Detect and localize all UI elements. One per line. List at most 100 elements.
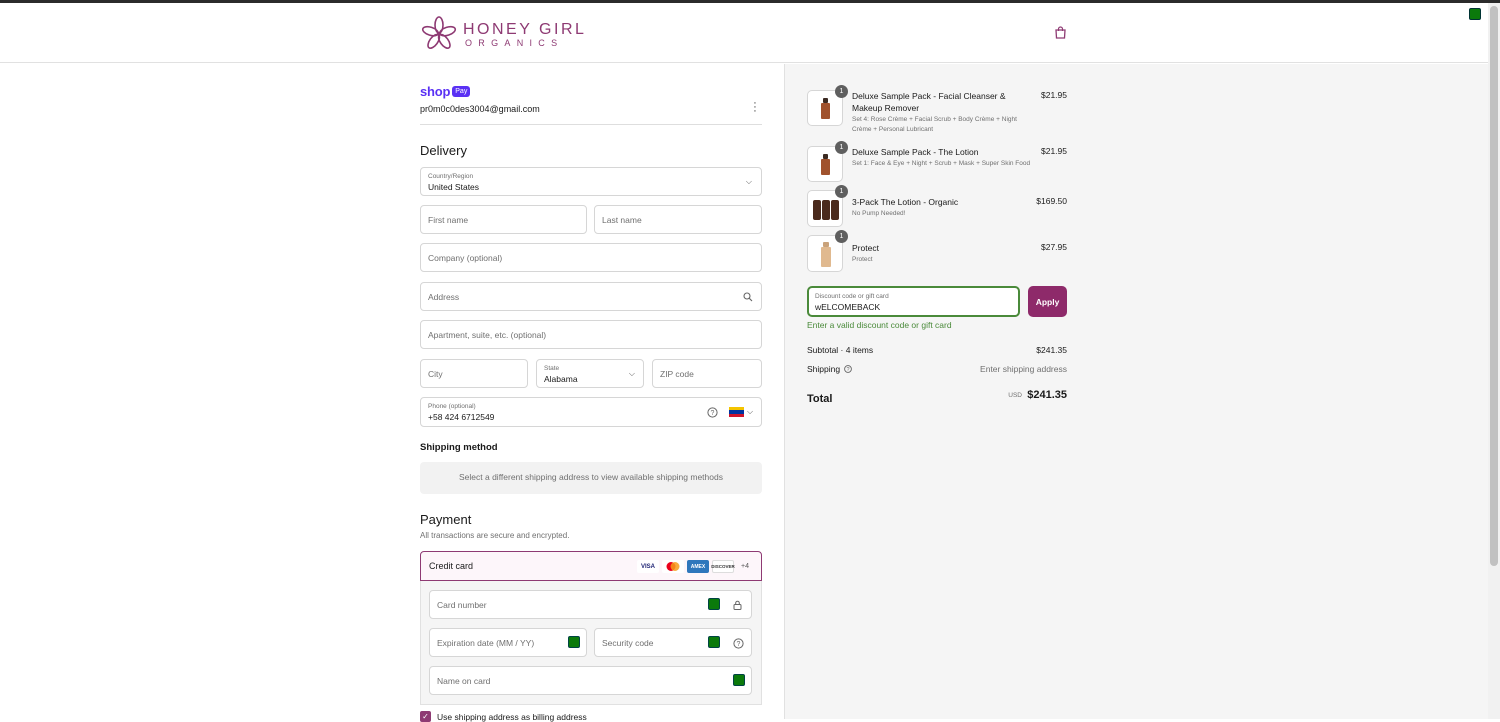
name-on-card-field[interactable]: Name on card xyxy=(429,666,752,695)
state-value: Alabama xyxy=(544,374,578,384)
autofill-marker-icon[interactable] xyxy=(708,598,720,610)
payment-subtitle: All transactions are secure and encrypte… xyxy=(420,531,570,540)
item-name: Deluxe Sample Pack - Facial Cleanser & M… xyxy=(852,91,1006,113)
item-description: Set 1: Face & Eye + Night + Scrub + Mask… xyxy=(852,160,1031,167)
amex-icon: AMEX xyxy=(687,560,710,573)
autofill-marker-icon[interactable] xyxy=(568,636,580,648)
autofill-marker-icon[interactable] xyxy=(733,674,745,686)
order-item: 1 3-Pack The Lotion - Organic No Pump Ne… xyxy=(807,185,1067,228)
total-value: $241.35 xyxy=(1027,389,1067,401)
card-brand-list: VISA AMEX DISCOVER +4 xyxy=(637,560,749,573)
brand-logo[interactable]: HONEY GIRL ORGANICS xyxy=(421,16,586,52)
credit-card-label: Credit card xyxy=(429,561,474,571)
lock-icon xyxy=(733,600,742,610)
svg-text:?: ? xyxy=(847,367,850,373)
shipping-value: Enter shipping address xyxy=(980,364,1067,374)
subtotal-row: Subtotal · 4 items $241.35 xyxy=(807,345,1067,355)
apply-discount-button[interactable]: Apply xyxy=(1028,286,1067,317)
city-field[interactable]: City xyxy=(420,359,528,388)
quantity-badge: 1 xyxy=(835,141,848,154)
billing-same-checkbox-row[interactable]: ✓ Use shipping address as billing addres… xyxy=(420,711,587,722)
kebab-menu-icon[interactable]: · · · xyxy=(750,98,760,117)
item-description: Protect xyxy=(852,256,873,263)
total-label: Total xyxy=(807,393,833,405)
shipping-method-title: Shipping method xyxy=(420,442,498,453)
subtotal-value: $241.35 xyxy=(1036,345,1067,355)
expiration-field[interactable]: Expiration date (MM / YY) xyxy=(429,628,587,657)
item-description: Set 4: Rose Crème + Facial Scrub + Body … xyxy=(852,116,1017,133)
quantity-badge: 1 xyxy=(835,85,848,98)
browser-extension-icon[interactable] xyxy=(1469,8,1481,20)
billing-same-label: Use shipping address as billing address xyxy=(437,711,587,722)
chevron-down-icon: ⌵ xyxy=(745,177,752,186)
item-price: $21.95 xyxy=(1041,90,1067,100)
address-field[interactable]: Address xyxy=(420,282,762,311)
more-card-brands: +4 xyxy=(741,563,749,570)
last-name-field[interactable]: Last name xyxy=(594,205,762,234)
state-select[interactable]: State Alabama ⌵ xyxy=(536,359,644,388)
apartment-placeholder: Apartment, suite, etc. (optional) xyxy=(428,330,547,340)
first-name-field[interactable]: First name xyxy=(420,205,587,234)
venezuela-flag-icon[interactable] xyxy=(729,407,744,417)
pay-badge: Pay xyxy=(452,86,471,97)
help-icon[interactable]: ? xyxy=(733,638,744,649)
discount-code-field[interactable]: Discount code or gift card wELCOMEBACK xyxy=(807,286,1020,317)
phone-field[interactable]: Phone (optional) +58 424 6712549 ? ⌵ xyxy=(420,397,762,427)
zip-field[interactable]: ZIP code xyxy=(652,359,762,388)
help-icon[interactable]: ? xyxy=(707,407,718,418)
phone-value: +58 424 6712549 xyxy=(428,412,495,422)
brand-subname: ORGANICS xyxy=(465,37,564,48)
state-label: State xyxy=(544,365,560,372)
brand-wordmark: HONEY GIRL ORGANICS xyxy=(463,21,586,48)
info-icon[interactable]: ? xyxy=(844,365,853,373)
first-name-placeholder: First name xyxy=(428,215,469,225)
discover-icon: DISCOVER xyxy=(711,560,735,573)
address-placeholder: Address xyxy=(428,292,460,302)
shopping-bag-icon[interactable] xyxy=(1054,26,1067,39)
item-price: $169.50 xyxy=(1036,196,1067,206)
item-description: No Pump Needed! xyxy=(852,210,906,217)
discount-label: Discount code or gift card xyxy=(815,293,889,300)
chevron-down-icon: ⌵ xyxy=(628,369,635,378)
item-price: $21.95 xyxy=(1041,146,1067,156)
brand-name: HONEY GIRL xyxy=(463,20,587,38)
apartment-field[interactable]: Apartment, suite, etc. (optional) xyxy=(420,320,762,349)
scrollbar-thumb[interactable] xyxy=(1490,6,1498,566)
currency-code: USD xyxy=(1008,392,1022,399)
quantity-badge: 1 xyxy=(835,185,848,198)
subtotal-label: Subtotal · 4 items xyxy=(807,345,874,355)
expiration-placeholder: Expiration date (MM / YY) xyxy=(437,638,535,648)
card-number-placeholder: Card number xyxy=(437,600,487,610)
security-code-field[interactable]: Security code ? xyxy=(594,628,752,657)
delivery-title: Delivery xyxy=(420,143,467,158)
order-item: 1 Deluxe Sample Pack - Facial Cleanser &… xyxy=(807,85,1067,133)
divider xyxy=(420,124,762,125)
shop-label: shop xyxy=(420,84,451,99)
last-name-placeholder: Last name xyxy=(602,215,642,225)
phone-label: Phone (optional) xyxy=(428,403,476,410)
security-code-placeholder: Security code xyxy=(602,638,654,648)
order-item: 1 Deluxe Sample Pack - The Lotion Set 1:… xyxy=(807,141,1067,186)
shipping-method-notice: Select a different shipping address to v… xyxy=(420,462,762,494)
city-placeholder: City xyxy=(428,369,443,379)
credit-card-option[interactable]: Credit card VISA AMEX DISCOVER +4 xyxy=(420,551,762,581)
account-email: pr0m0c0des3004@gmail.com xyxy=(420,104,540,114)
country-select[interactable]: Country/Region United States ⌵ xyxy=(420,167,762,196)
discount-value: wELCOMEBACK xyxy=(815,302,881,312)
visa-icon: VISA xyxy=(637,560,660,573)
svg-text:?: ? xyxy=(737,641,741,648)
search-icon xyxy=(743,292,753,302)
company-field[interactable]: Company (optional) xyxy=(420,243,762,272)
shop-pay-logo: shop Pay xyxy=(420,84,471,99)
mastercard-icon xyxy=(662,560,685,573)
item-price: $27.95 xyxy=(1041,242,1067,252)
checkbox-checked-icon[interactable]: ✓ xyxy=(420,711,431,722)
name-on-card-placeholder: Name on card xyxy=(437,676,491,686)
quantity-badge: 1 xyxy=(835,230,848,243)
shipping-method-message: Select a different shipping address to v… xyxy=(459,472,723,482)
site-header: HONEY GIRL ORGANICS xyxy=(0,3,1488,63)
chevron-down-icon: ⌵ xyxy=(747,407,754,416)
total-row: Total USD $241.35 xyxy=(807,389,1067,407)
autofill-marker-icon[interactable] xyxy=(708,636,720,648)
card-number-field[interactable]: Card number xyxy=(429,590,752,619)
